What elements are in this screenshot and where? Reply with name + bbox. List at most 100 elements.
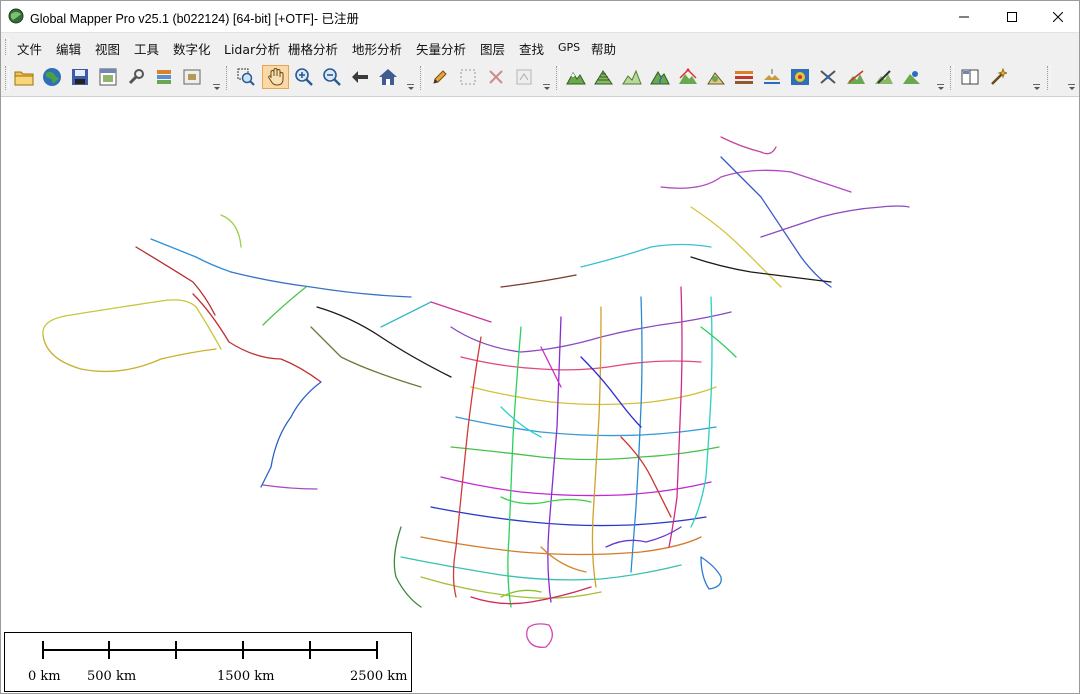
tools-button[interactable]: [124, 65, 148, 89]
contour-tool-icon: [903, 71, 920, 84]
watershed-icon: [650, 71, 670, 85]
online-data-button[interactable]: [40, 65, 64, 89]
view-shed-icon: [679, 68, 697, 84]
flight-path-icon: [820, 70, 836, 84]
pan-button[interactable]: [262, 65, 289, 89]
terrain-analysis-button[interactable]: [564, 65, 588, 89]
menu-file[interactable]: 文件: [17, 39, 42, 58]
zoom-out-icon: [323, 68, 341, 86]
slope-icon: [707, 72, 726, 85]
elevation-profile-button[interactable]: [620, 65, 644, 89]
view-shed-button[interactable]: [676, 65, 700, 89]
menubar-grip[interactable]: [5, 39, 9, 55]
maximize-button[interactable]: [989, 1, 1035, 32]
zoom-out-button[interactable]: [320, 65, 344, 89]
menu-view[interactable]: 视图: [95, 39, 120, 58]
main-toolbar: [1, 60, 1079, 97]
terrain-paint-button[interactable]: [760, 65, 784, 89]
menu-layers[interactable]: 图层: [480, 39, 505, 58]
menu-vector[interactable]: 矢量分析: [416, 39, 466, 58]
window-frame-icon: [99, 68, 117, 86]
menu-gps[interactable]: GPS: [558, 41, 580, 54]
open-file-button[interactable]: [12, 65, 36, 89]
zoom-in-icon: [295, 68, 313, 86]
menu-search[interactable]: 查找: [519, 39, 544, 58]
select-button[interactable]: [456, 65, 480, 89]
flight-path-button[interactable]: [816, 65, 840, 89]
toolbar-grip[interactable]: [5, 66, 9, 90]
elevation-profile-icon: [622, 69, 642, 85]
split-view-button[interactable]: [958, 65, 982, 89]
config-button[interactable]: [96, 65, 120, 89]
zoom-box-icon: [237, 68, 255, 86]
menu-lidar[interactable]: Lidar分析: [224, 39, 280, 58]
zoom-box-button[interactable]: [234, 65, 258, 89]
toolbar-overflow[interactable]: [1067, 62, 1077, 94]
scale-label-1500: 1500 km: [217, 669, 275, 684]
close-button[interactable]: [1035, 1, 1079, 32]
toolbar-grip[interactable]: [950, 66, 954, 90]
wrench-icon: [128, 69, 144, 85]
minimize-button[interactable]: [941, 1, 987, 32]
contour-icon: [594, 70, 613, 85]
line-of-sight-button[interactable]: [788, 65, 812, 89]
window-title: Global Mapper Pro v25.1 (b022124) [64-bi…: [30, 12, 359, 26]
menu-help[interactable]: 帮助: [591, 39, 616, 58]
menu-digitize[interactable]: 数字化: [173, 39, 211, 58]
scale-ruler: [42, 641, 378, 659]
split-view-icon: [961, 69, 979, 85]
map-canvas[interactable]: [1, 97, 1079, 693]
cut-fill-icon: [735, 71, 753, 84]
layer-stack-icon: [157, 70, 171, 84]
title-bar: Global Mapper Pro v25.1 (b022124) [64-bi…: [1, 1, 1079, 32]
home-icon: [379, 69, 397, 85]
digitize-button[interactable]: [428, 65, 452, 89]
menu-terrain[interactable]: 地形分析: [352, 39, 402, 58]
close-icon: [1053, 11, 1063, 22]
magic-wand-button[interactable]: [986, 65, 1010, 89]
toolbar-overflow[interactable]: [936, 62, 946, 94]
watershed-button[interactable]: [648, 65, 672, 89]
select-box-icon: [460, 69, 476, 85]
rail-network-lines: [42, 136, 910, 648]
menu-raster[interactable]: 栅格分析: [288, 39, 338, 58]
app-window: Global Mapper Pro v25.1 (b022124) [64-bi…: [0, 0, 1080, 694]
contour-tool-button[interactable]: [900, 65, 924, 89]
slope-button[interactable]: [704, 65, 728, 89]
path-profile-button[interactable]: [844, 65, 868, 89]
toolbar-overflow[interactable]: [1032, 62, 1042, 94]
toolbar-overflow[interactable]: [542, 62, 552, 94]
maximize-icon: [1007, 11, 1017, 22]
delete-x-icon: [489, 70, 503, 84]
scale-label-2500: 2500 km: [350, 669, 408, 684]
cut-fill-button[interactable]: [732, 65, 756, 89]
magic-wand-icon: [991, 68, 1007, 85]
toolbar-overflow[interactable]: [212, 62, 222, 94]
save-button[interactable]: [68, 65, 92, 89]
toolbar-grip[interactable]: [226, 66, 230, 90]
control-center-button[interactable]: [152, 65, 176, 89]
back-button[interactable]: [348, 65, 372, 89]
toolbar-grip[interactable]: [556, 66, 560, 90]
edit-vertex-button[interactable]: [512, 65, 536, 89]
pan-hand-icon: [267, 67, 283, 86]
scale-label-0: 0 km: [28, 669, 61, 684]
zoom-in-button[interactable]: [292, 65, 316, 89]
home-button[interactable]: [376, 65, 400, 89]
thumbnail-icon: [183, 69, 201, 85]
toolbar-overflow[interactable]: [406, 62, 416, 94]
toolbar-grip[interactable]: [1047, 66, 1051, 90]
contour-button[interactable]: [592, 65, 616, 89]
menu-tools[interactable]: 工具: [134, 39, 159, 58]
back-arrow-icon: [352, 71, 368, 83]
toolbar-grip[interactable]: [420, 66, 424, 90]
line-of-sight-icon: [791, 69, 809, 85]
terrain-analysis-icon: [566, 72, 586, 85]
menu-edit[interactable]: 编辑: [56, 39, 81, 58]
globe-icon: [43, 68, 61, 86]
measure-button[interactable]: [872, 65, 896, 89]
overview-button[interactable]: [180, 65, 204, 89]
menu-bar: 文件 编辑 视图 工具 数字化 Lidar分析 栅格分析 地形分析 矢量分析 图…: [1, 32, 1079, 61]
pencil-icon: [433, 70, 447, 84]
delete-button[interactable]: [484, 65, 508, 89]
